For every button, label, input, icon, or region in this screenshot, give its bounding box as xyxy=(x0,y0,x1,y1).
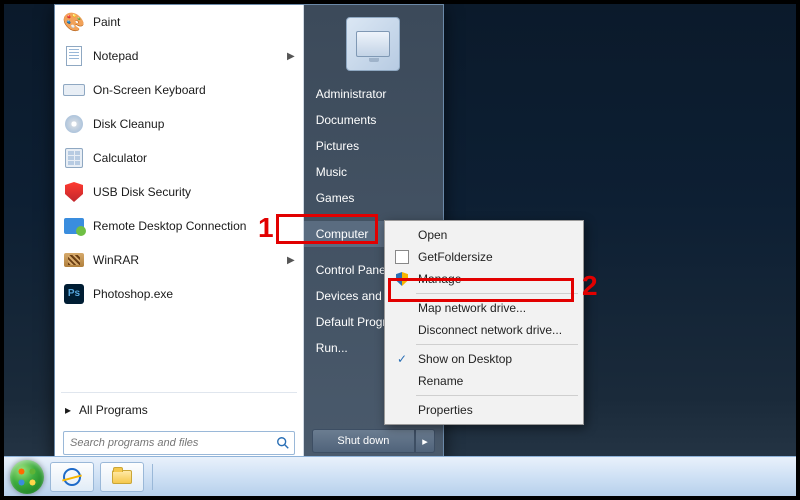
search-icon xyxy=(272,432,294,454)
separator xyxy=(416,344,578,345)
app-icon xyxy=(392,250,412,264)
start-menu-left-pane: 🎨 Paint Notepad ▶ On-Screen Keyboard xyxy=(55,5,304,463)
user-avatar[interactable] xyxy=(346,17,400,71)
search-input[interactable] xyxy=(64,437,272,449)
program-label: WinRAR xyxy=(93,253,139,267)
program-list: 🎨 Paint Notepad ▶ On-Screen Keyboard xyxy=(55,5,303,390)
monitor-icon xyxy=(356,31,390,57)
divider xyxy=(61,392,297,393)
ctx-label: GetFoldersize xyxy=(418,250,493,264)
ctx-label: Map network drive... xyxy=(418,301,526,315)
program-label: Notepad xyxy=(93,49,138,63)
taskbar-ie-button[interactable] xyxy=(50,462,94,492)
all-programs-label: All Programs xyxy=(79,403,148,417)
program-label: Remote Desktop Connection xyxy=(93,219,246,233)
ctx-show-desktop[interactable]: ✓ Show on Desktop xyxy=(388,348,580,370)
winrar-icon xyxy=(63,249,85,271)
link-documents[interactable]: Documents xyxy=(304,107,443,133)
keyboard-icon xyxy=(63,79,85,101)
ctx-label: Properties xyxy=(418,403,473,417)
separator xyxy=(416,395,578,396)
link-label: Computer xyxy=(316,227,369,241)
context-menu: Open GetFoldersize Manage Map network dr… xyxy=(384,220,584,425)
taskbar-explorer-button[interactable] xyxy=(100,462,144,492)
shield-icon xyxy=(63,181,85,203)
program-photoshop[interactable]: Ps Photoshop.exe xyxy=(55,277,303,311)
chevron-right-icon: ▸ xyxy=(422,435,428,448)
link-label: Games xyxy=(316,191,355,205)
uac-shield-icon xyxy=(392,272,412,286)
photoshop-icon: Ps xyxy=(63,283,85,305)
program-paint[interactable]: 🎨 Paint xyxy=(55,5,303,39)
ctx-open[interactable]: Open xyxy=(388,224,580,246)
program-notepad[interactable]: Notepad ▶ xyxy=(55,39,303,73)
separator xyxy=(416,293,578,294)
ctx-label: Show on Desktop xyxy=(418,352,512,366)
check-icon: ✓ xyxy=(392,352,412,366)
taskbar-separator xyxy=(152,464,153,490)
ctx-label: Manage xyxy=(418,272,461,286)
notepad-icon xyxy=(63,45,85,67)
submenu-arrow-icon: ▶ xyxy=(287,51,295,62)
link-games[interactable]: Games xyxy=(304,185,443,211)
submenu-arrow-icon: ▶ xyxy=(287,255,295,266)
program-disk-cleanup[interactable]: Disk Cleanup xyxy=(55,107,303,141)
program-label: Photoshop.exe xyxy=(93,287,173,301)
program-label: On-Screen Keyboard xyxy=(93,83,206,97)
calculator-icon xyxy=(63,147,85,169)
program-osk[interactable]: On-Screen Keyboard xyxy=(55,73,303,107)
ctx-manage[interactable]: Manage xyxy=(388,268,580,290)
link-label: Music xyxy=(316,165,347,179)
rdp-icon xyxy=(63,215,85,237)
link-music[interactable]: Music xyxy=(304,159,443,185)
taskbar xyxy=(4,456,796,496)
program-label: Calculator xyxy=(93,151,147,165)
ctx-map-drive[interactable]: Map network drive... xyxy=(388,297,580,319)
program-usb-security[interactable]: USB Disk Security xyxy=(55,175,303,209)
ctx-disconnect-drive[interactable]: Disconnect network drive... xyxy=(388,319,580,341)
link-label: Control Panel xyxy=(316,263,389,277)
all-programs-button[interactable]: ▸ All Programs xyxy=(55,395,303,425)
paint-icon: 🎨 xyxy=(63,11,85,33)
link-label: Run... xyxy=(316,341,348,355)
link-label: Pictures xyxy=(316,139,359,153)
link-pictures[interactable]: Pictures xyxy=(304,133,443,159)
arrow-right-icon: ▸ xyxy=(65,403,71,417)
link-administrator[interactable]: Administrator xyxy=(304,81,443,107)
ctx-label: Rename xyxy=(418,374,463,388)
desktop-background: 🎨 Paint Notepad ▶ On-Screen Keyboard xyxy=(4,4,796,496)
ctx-getfoldersize[interactable]: GetFoldersize xyxy=(388,246,580,268)
user-avatar-wrap xyxy=(304,13,443,81)
program-label: Disk Cleanup xyxy=(93,117,164,131)
link-label: Documents xyxy=(316,113,377,127)
shutdown-options-button[interactable]: ▸ xyxy=(415,429,435,453)
ctx-label: Open xyxy=(418,228,447,242)
ie-icon xyxy=(63,468,81,486)
ctx-rename[interactable]: Rename xyxy=(388,370,580,392)
program-label: Paint xyxy=(93,15,120,29)
ctx-label: Disconnect network drive... xyxy=(418,323,562,337)
folder-icon xyxy=(112,470,132,484)
program-label: USB Disk Security xyxy=(93,185,191,199)
start-button[interactable] xyxy=(10,460,44,494)
link-label: Administrator xyxy=(316,87,387,101)
disk-icon xyxy=(63,113,85,135)
ctx-properties[interactable]: Properties xyxy=(388,399,580,421)
program-winrar[interactable]: WinRAR ▶ xyxy=(55,243,303,277)
program-rdp[interactable]: Remote Desktop Connection xyxy=(55,209,303,243)
annotation-number-2: 2 xyxy=(582,270,598,302)
shutdown-button[interactable]: Shut down xyxy=(312,429,415,453)
screenshot-frame: 🎨 Paint Notepad ▶ On-Screen Keyboard xyxy=(0,0,800,500)
shutdown-label: Shut down xyxy=(337,435,389,447)
search-box[interactable] xyxy=(63,431,295,455)
program-calculator[interactable]: Calculator xyxy=(55,141,303,175)
